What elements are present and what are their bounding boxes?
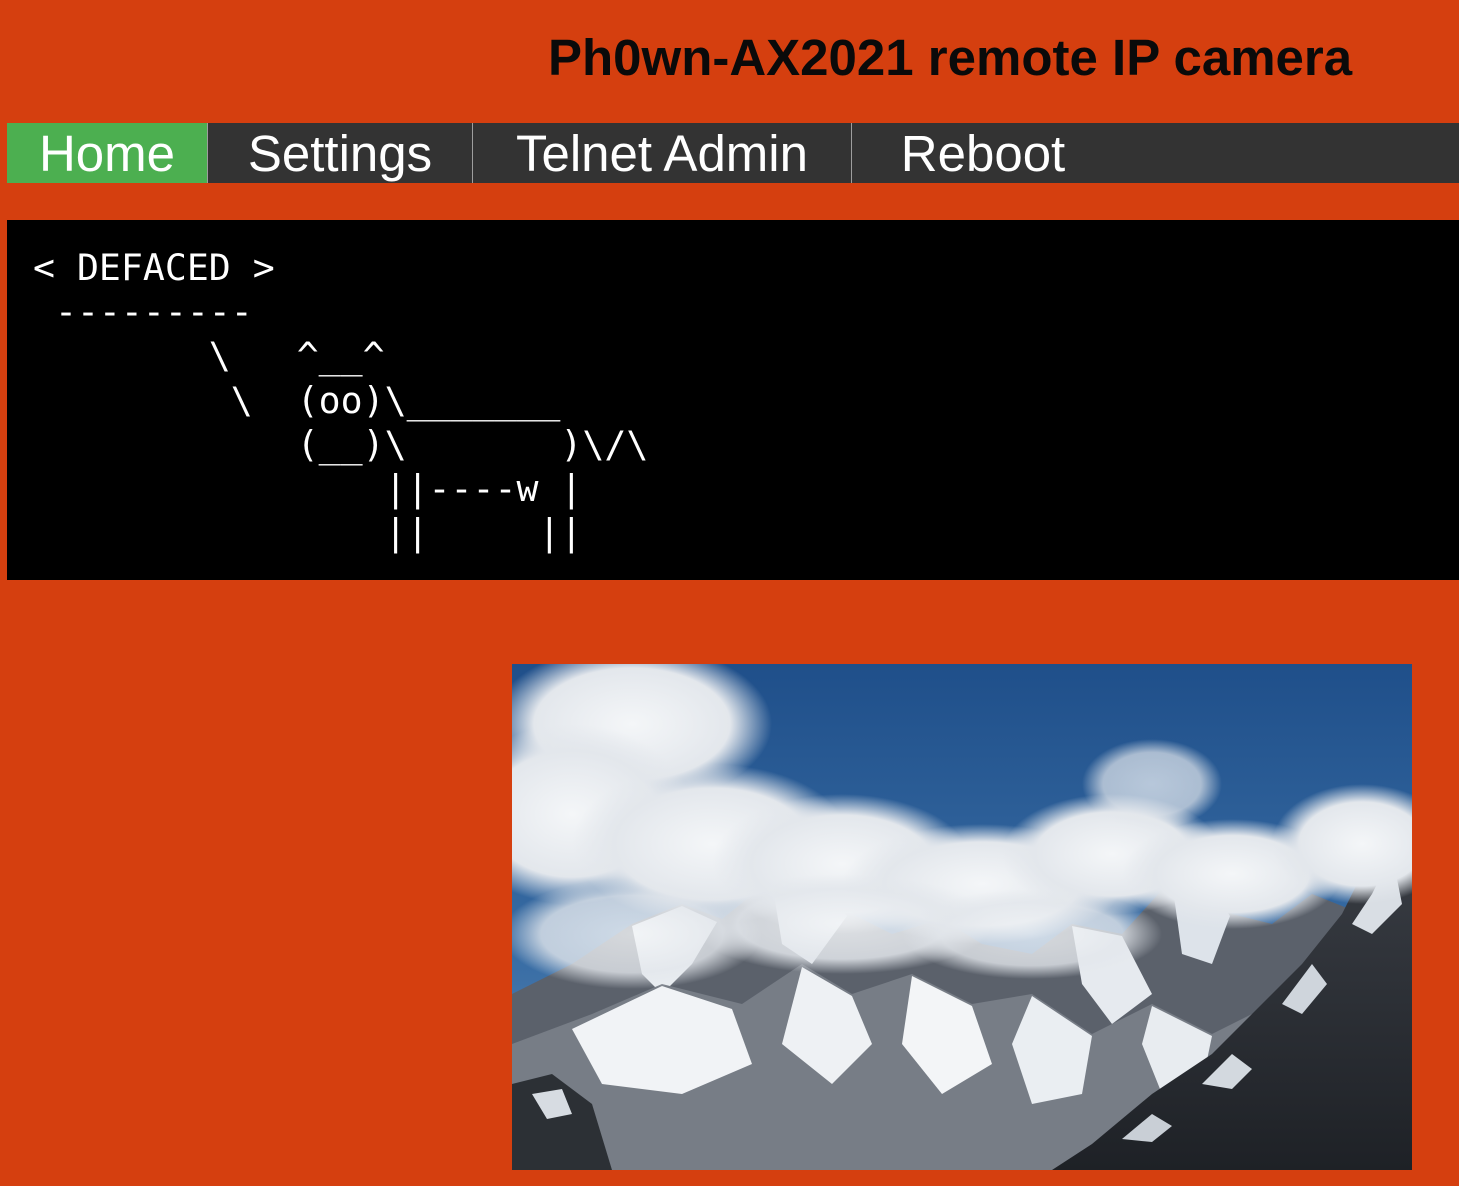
nav-reboot-link[interactable]: Reboot — [852, 123, 1114, 183]
defaced-banner: < DEFACED > --------- \ ^__^ \ (oo)\____… — [7, 220, 1459, 580]
camera-feed-image-graphic — [512, 664, 1412, 1170]
page-title: Ph0wn-AX2021 remote IP camera — [548, 29, 1353, 86]
camera-feed-image — [512, 664, 1412, 1170]
cowsay-ascii-art: < DEFACED > --------- \ ^__^ \ (oo)\____… — [33, 246, 649, 555]
nav-settings-link[interactable]: Settings — [208, 123, 473, 183]
nav-home-link[interactable]: Home — [7, 123, 208, 183]
main-nav: Home Settings Telnet Admin Reboot — [7, 123, 1459, 183]
nav-telnet-admin-link[interactable]: Telnet Admin — [473, 123, 852, 183]
